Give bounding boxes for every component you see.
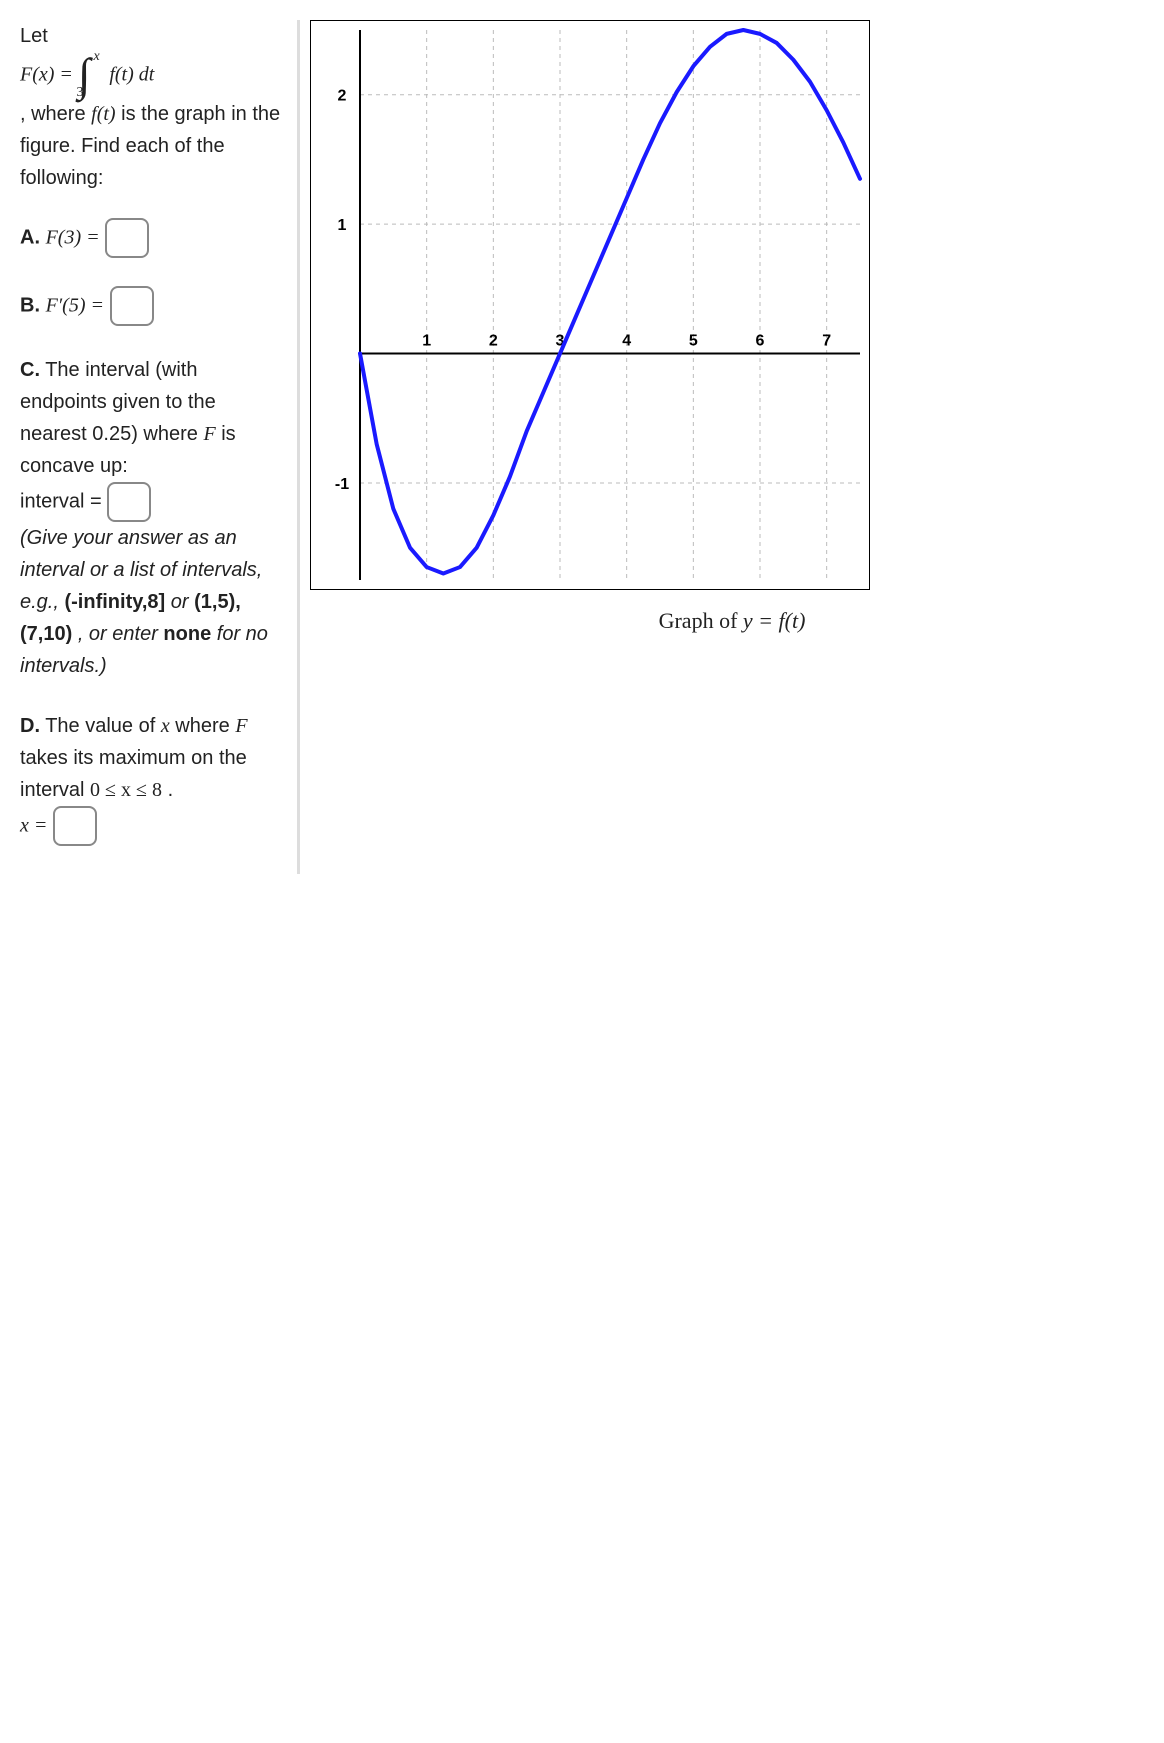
part-B-label: B.	[20, 294, 40, 316]
chart-caption: Graph of y = f(t)	[310, 608, 1154, 634]
svg-text:5: 5	[689, 333, 698, 350]
svg-text:2: 2	[338, 88, 347, 105]
part-D-xeq: x =	[20, 814, 47, 836]
chart: 1234567-112	[310, 20, 870, 590]
part-A-expr: F(3) =	[46, 226, 100, 248]
svg-text:1: 1	[338, 217, 347, 234]
part-D-text2: where	[175, 715, 229, 737]
part-B: B. F′(5) =	[20, 286, 285, 326]
F-def-lhs: F(x) =	[20, 63, 78, 85]
svg-text:4: 4	[622, 333, 631, 350]
part-C-input[interactable]	[107, 482, 151, 522]
integral-symbol: ∫ 3 x	[78, 52, 104, 98]
part-D-range: 0 ≤ x ≤ 8	[90, 779, 162, 801]
where-text: , where	[20, 103, 86, 125]
part-D-period: .	[168, 779, 174, 801]
part-B-input[interactable]	[110, 286, 154, 326]
part-A: A. F(3) =	[20, 218, 285, 258]
part-C-label: C.	[20, 359, 40, 381]
figure-panel: 1234567-112 Graph of y = f(t)	[300, 20, 1154, 874]
part-D-text1: The value of	[45, 715, 155, 737]
part-C-text1: The interval (with endpoints given to th…	[20, 359, 216, 445]
part-D-F: F	[235, 715, 247, 737]
part-C-or1: or	[171, 591, 189, 613]
part-A-input[interactable]	[105, 218, 149, 258]
intro-text: Let F(x) = ∫ 3 x f(t) dt , where f(t) is…	[20, 20, 285, 194]
part-C-or2: , or enter	[78, 623, 158, 645]
part-C-none: none	[163, 623, 211, 645]
part-D-input[interactable]	[53, 806, 97, 846]
let-text: Let	[20, 25, 48, 47]
part-D-x: x	[161, 715, 170, 737]
part-C-ex1: (-infinity,8]	[64, 591, 165, 613]
part-B-expr: F′(5) =	[46, 294, 104, 316]
part-C: C. The interval (with endpoints given to…	[20, 354, 285, 682]
part-D: D. The value of x where F takes its maxi…	[20, 710, 285, 846]
interval-eq: interval =	[20, 490, 102, 512]
svg-text:7: 7	[822, 333, 831, 350]
svg-text:6: 6	[756, 333, 765, 350]
integrand: f(t) dt	[109, 63, 154, 85]
svg-text:2: 2	[489, 333, 498, 350]
f-of-t: f(t)	[91, 103, 115, 125]
part-D-label: D.	[20, 715, 40, 737]
question-panel: Let F(x) = ∫ 3 x f(t) dt , where f(t) is…	[20, 20, 300, 874]
svg-text:1: 1	[422, 333, 431, 350]
part-C-F: F	[203, 423, 215, 445]
svg-text:-1: -1	[335, 476, 349, 493]
part-A-label: A.	[20, 226, 40, 248]
